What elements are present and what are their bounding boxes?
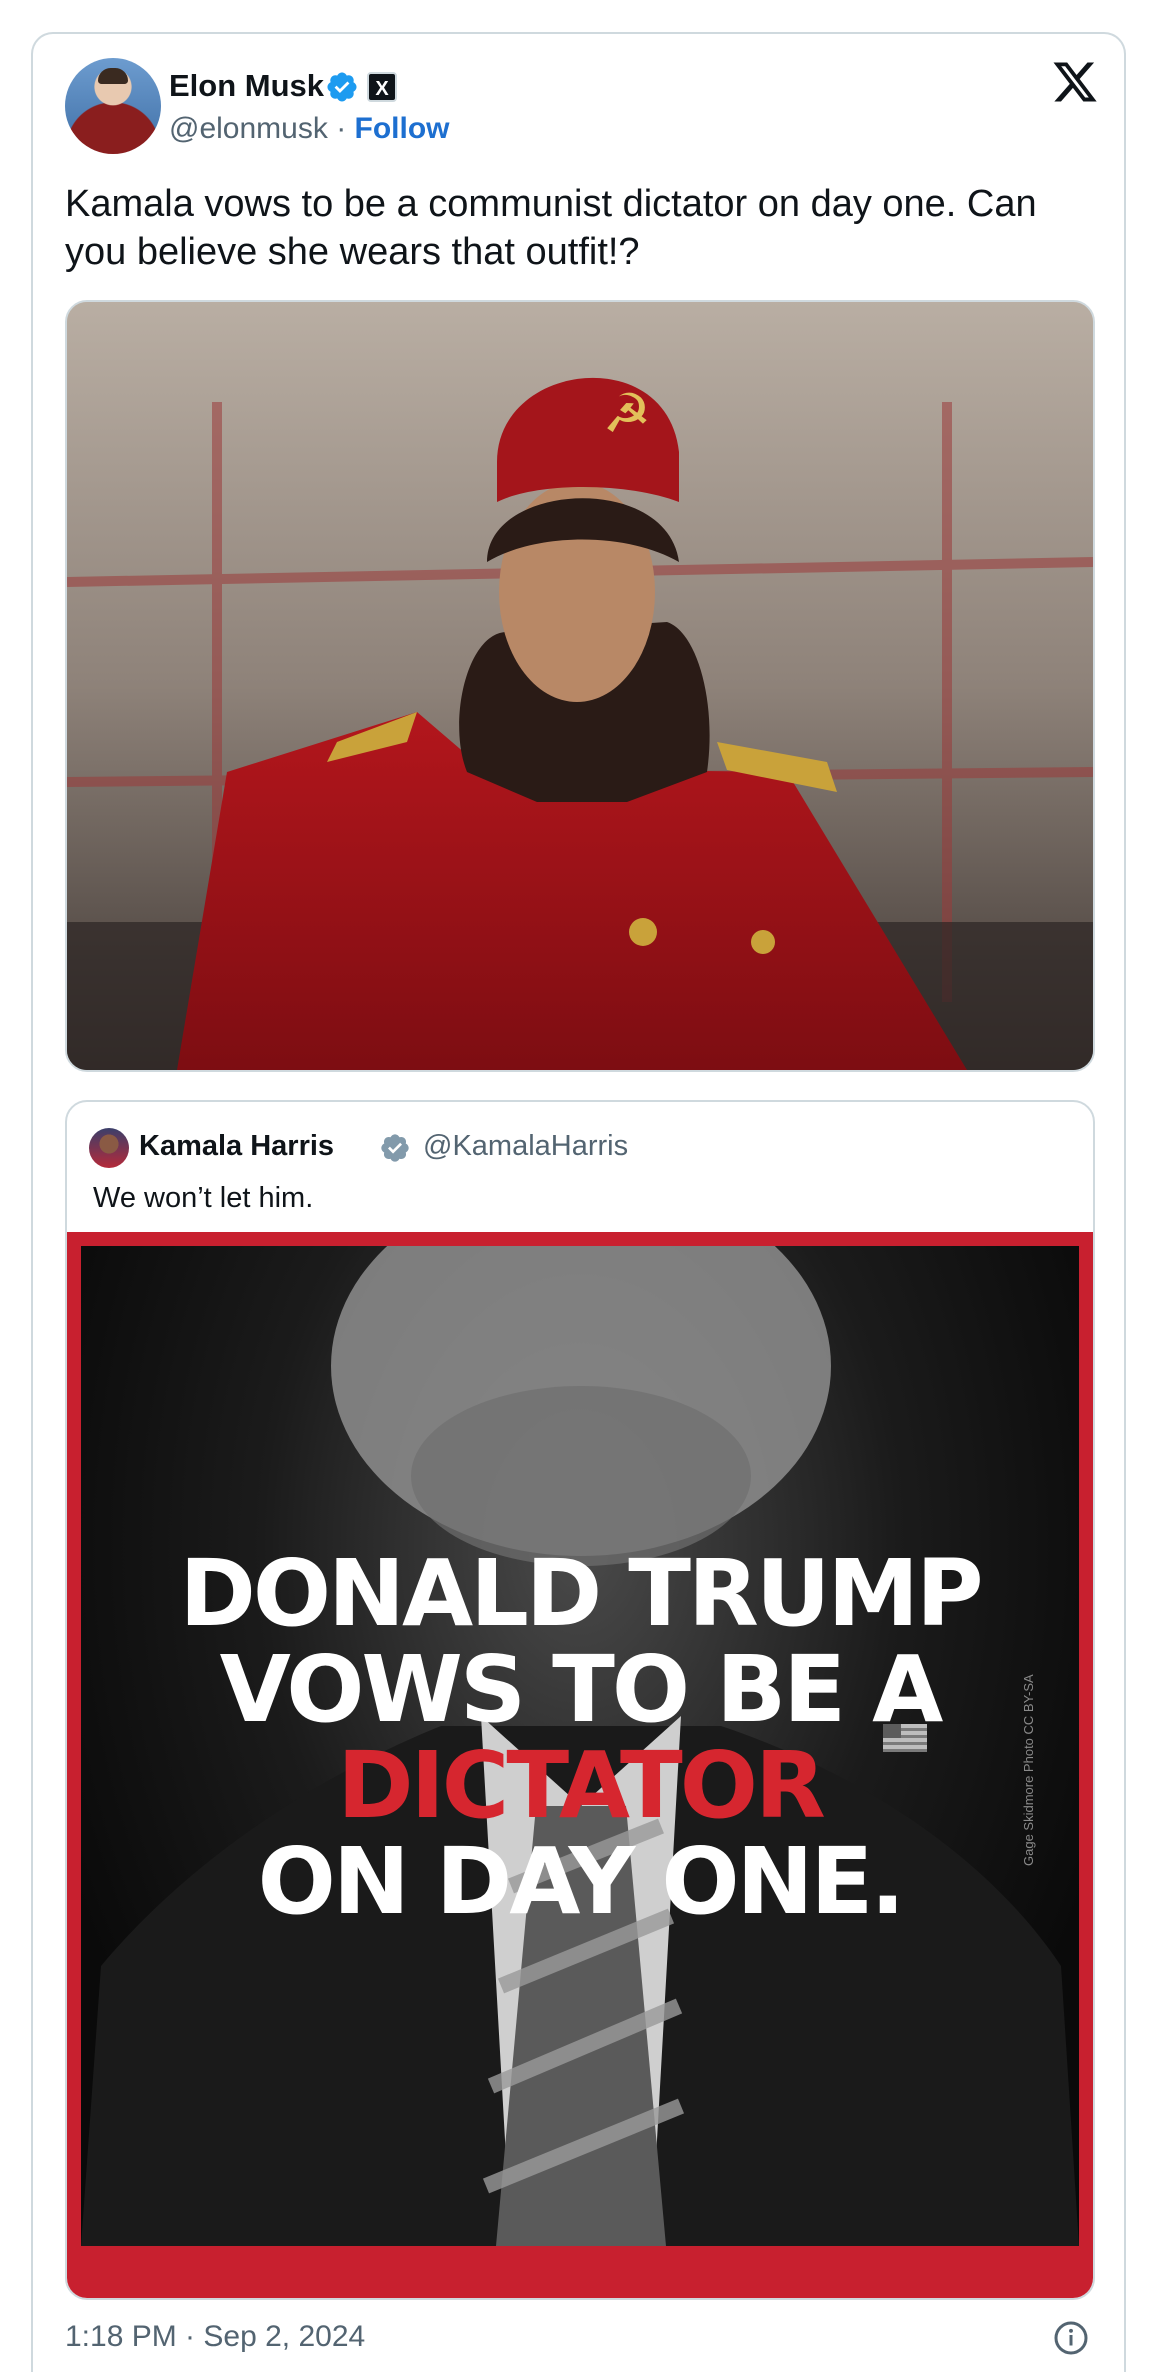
headline-line-3: DICTATOR [337,1732,826,1839]
handle-separator: · [327,112,355,145]
tweet-image[interactable]: ☭ [65,300,1095,1072]
photo-credit: Gage Skidmore Photo CC BY-SA [1021,1674,1036,1866]
tweet-timestamp[interactable]: 1:18 PM · Sep 2, 2024 [65,2320,365,2354]
headline-line-2: VOWS TO BE A [219,1636,944,1743]
quoted-tweet-image[interactable]: DONALD TRUMP VOWS TO BE A DICTATOR ON DA… [67,1232,1093,2298]
follow-button[interactable]: Follow [355,112,450,145]
quoted-author-avatar[interactable] [89,1128,129,1168]
tweet-card: Elon Musk X @elonmusk · Follow Kamala vo… [31,32,1126,2372]
info-icon[interactable] [1053,2320,1089,2356]
author-name[interactable]: Elon Musk [169,68,324,104]
headline-line-4: ON DAY ONE. [257,1828,906,1935]
affiliation-badge[interactable]: X [367,72,397,102]
quoted-image-frame: DONALD TRUMP VOWS TO BE A DICTATOR ON DA… [81,1246,1079,2246]
tweet-text: Kamala vows to be a communist dictator o… [65,183,1037,273]
quoted-author-handle[interactable]: @KamalaHarris [423,1130,628,1163]
headline-line-1: DONALD TRUMP [179,1540,983,1647]
quoted-image-headline: DONALD TRUMP VOWS TO BE A DICTATOR ON DA… [81,1546,1079,1930]
verified-badge-icon[interactable] [379,1132,411,1164]
quoted-tweet[interactable]: Kamala Harris @KamalaHarris We won’t let… [65,1100,1095,2300]
svg-text:☭: ☭ [603,382,651,445]
tweet-image-illustration: ☭ [67,302,1093,1070]
author-handle[interactable]: @elonmusk [169,112,328,145]
quoted-tweet-text: We won’t let him. [93,1182,314,1214]
verified-badge-icon[interactable] [325,70,359,104]
quoted-author-name[interactable]: Kamala Harris [139,1130,334,1163]
x-logo-icon[interactable] [1051,58,1099,106]
author-handle-line: @elonmusk · Follow [169,112,450,146]
author-avatar[interactable] [65,58,161,154]
